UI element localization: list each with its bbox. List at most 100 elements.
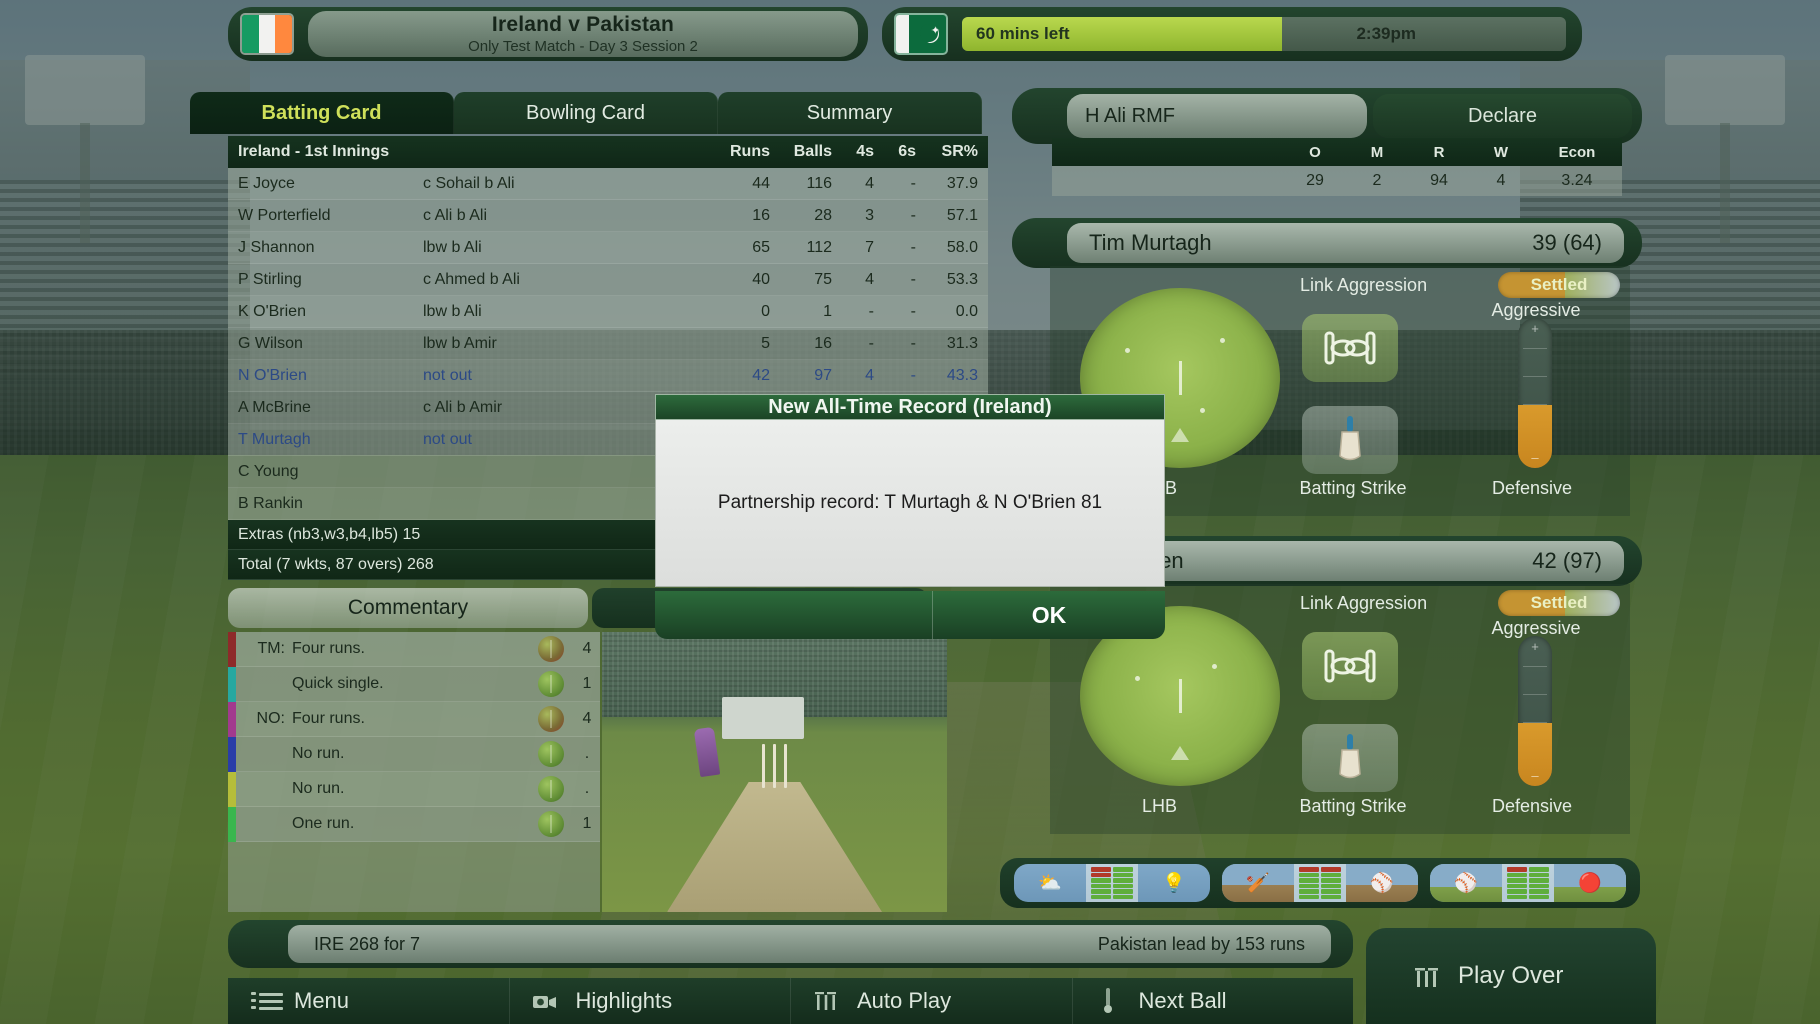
tab-bowling-card[interactable]: Bowling Card [454,92,718,134]
commentary-panel[interactable]: TM: Four runs. 4 Quick single. 1 NO: Four runs… [228,631,600,912]
nav-next-ball[interactable]: Next Ball [1073,978,1354,1024]
table-row[interactable]: N O'Brien not out 42 97 4 - 43.3 [228,360,988,392]
col-header-balls: Balls [793,143,832,160]
balls-value: 116 [806,174,832,192]
commentary-text: Quick single. [292,675,384,692]
table-row[interactable]: E Joyce c Sohail b Ali 44 116 4 - 37.9 [228,168,988,200]
list-item[interactable]: No run.. [228,771,600,807]
table-row[interactable]: K O'Brien lbw b Ali 0 1 - - 0.0 [228,296,988,328]
batsman-2-score: 42 (97) [1532,548,1602,573]
tab-commentary[interactable]: Commentary [228,588,588,628]
fours-value: 3 [865,206,874,224]
bowler-stats-header: O M R W Econ [1052,138,1622,166]
sixes-value: - [910,174,916,192]
ball-icon [538,706,564,732]
bowler-name[interactable]: H Ali RMF [1067,94,1367,138]
batsman-name: K O'Brien [238,302,306,320]
commentary-runs: . [584,780,590,797]
bounce-rating-bars [1294,864,1346,902]
bowler-col-maidens: M [1370,143,1384,161]
batsman-1-name: Tim Murtagh [1089,230,1212,255]
bowler-stats-table: O M R W Econ 29 2 94 4 3.24 [1052,138,1622,196]
bowler-econ: 3.24 [1561,172,1593,189]
declare-button[interactable]: Declare [1373,94,1632,138]
sixes-value: - [910,334,916,352]
batsman-name: E Joyce [238,174,295,192]
innings-title: Ireland - 1st Innings [238,143,390,160]
dismissal-text: c Sohail b Ali [423,174,515,192]
list-item[interactable]: No run.. [228,736,600,772]
strike-rate-value: 31.3 [946,334,978,352]
runs-value: 0 [761,302,770,320]
dialog-ok-button[interactable]: OK [933,591,1165,639]
commentary-batsman: NO: [256,710,285,727]
dismissal-text: not out [423,366,472,384]
list-item[interactable]: Quick single. 1 [228,666,600,702]
table-row[interactable]: J Shannon lbw b Ali 65 112 7 - 58.0 [228,232,988,264]
batsman-2-aggression-slider[interactable]: + – [1518,636,1552,786]
list-item[interactable]: TM: Four runs. 4 [228,631,600,667]
commentary-marker [228,771,236,807]
clock-label: 2:39pm [1356,24,1416,43]
pitch-wear-widget[interactable]: ⚾ 🔴 [1430,864,1626,902]
strike-rate-value: 0.0 [955,302,978,320]
chain-link-icon[interactable] [1302,632,1398,700]
lightbulb-icon: 💡 [1162,873,1186,894]
sixes-value: - [910,366,916,384]
ireland-flag-icon [240,13,294,55]
batsman-name: P Stirling [238,270,302,288]
nav-highlights-label: Highlights [575,988,673,1013]
score-bar: IRE 268 for 7 Pakistan lead by 153 runs [228,920,1353,968]
batsman-1-name-box[interactable]: Tim Murtagh 39 (64) [1067,223,1624,263]
cricket-bat-icon[interactable] [1302,406,1398,474]
batsman-2-settled-chip[interactable]: Settled [1498,590,1620,616]
stumps-icon [813,988,839,1014]
runs-value: 5 [761,334,770,352]
chain-link-icon[interactable] [1302,314,1398,382]
batsman-1-link-label: Link Aggression [1300,274,1428,295]
stumps-icon [761,744,788,788]
list-item[interactable]: NO: Four runs. 4 [228,701,600,737]
tab-summary[interactable]: Summary [718,92,982,134]
batsman-1-link-row: Link Aggression Settled [1300,272,1620,298]
table-row[interactable]: P Stirling c Ahmed b Ali 40 75 4 - 53.3 [228,264,988,296]
batsman-1-score: 39 (64) [1532,230,1602,255]
bowler-col-runs: R [1433,143,1445,161]
pitch-bounce-widget[interactable]: 🏏 ⚾ [1222,864,1418,902]
card-tabs: Batting Card Bowling Card Summary [190,92,982,134]
batsman-figure [693,726,721,778]
weather-conditions-widget[interactable]: ⛅ 💡 [1014,864,1210,902]
current-score: IRE 268 for 7 [314,933,421,954]
batsman-1-settled-chip[interactable]: Settled [1498,272,1620,298]
ball-seam-icon: ⚾ [1346,864,1418,902]
ball-trail-icon [1095,988,1121,1014]
col-header-runs: Runs [730,143,770,160]
batting-card-header: Ireland - 1st Innings Runs Balls 4s 6s S… [228,136,988,168]
ball-icon [538,636,564,662]
nav-menu[interactable]: Menu [228,978,510,1024]
tab-batting-card[interactable]: Batting Card [190,92,454,134]
batsman-name: C Young [238,462,299,480]
commentary-text: No run. [292,745,345,762]
commentary-runs: . [584,745,590,762]
nav-highlights[interactable]: Highlights [510,978,791,1024]
match-view-window[interactable] [602,632,947,912]
batsman-2-link-label: Link Aggression [1300,592,1428,613]
conditions-bar: ⛅ 💡 🏏 ⚾ ⚾ 🔴 [1000,858,1640,908]
nav-auto-play[interactable]: Auto Play [791,978,1073,1024]
cricket-bat-icon[interactable] [1302,724,1398,792]
top-bar: Ireland v Pakistan Only Test Match - Day… [228,5,1598,63]
batsman-1-aggression-slider[interactable]: + – [1518,318,1552,468]
commentary-batsman: TM: [257,640,285,657]
balls-value: 97 [814,366,832,384]
play-over-label: Play Over [1458,962,1564,989]
match-subtitle: Only Test Match - Day 3 Session 2 [468,38,698,55]
table-row[interactable]: G Wilson lbw b Amir 5 16 - - 31.3 [228,328,988,360]
weather-rating-bars [1086,864,1138,902]
batsman-name: T Murtagh [238,430,311,448]
list-item[interactable]: One run. 1 [228,806,600,842]
match-situation: Pakistan lead by 153 runs [1097,933,1305,954]
play-over-button[interactable]: Play Over [1366,928,1656,1024]
table-row[interactable]: W Porterfield c Ali b Ali 16 28 3 - 57.1 [228,200,988,232]
bowler-overs: 29 [1306,172,1324,189]
